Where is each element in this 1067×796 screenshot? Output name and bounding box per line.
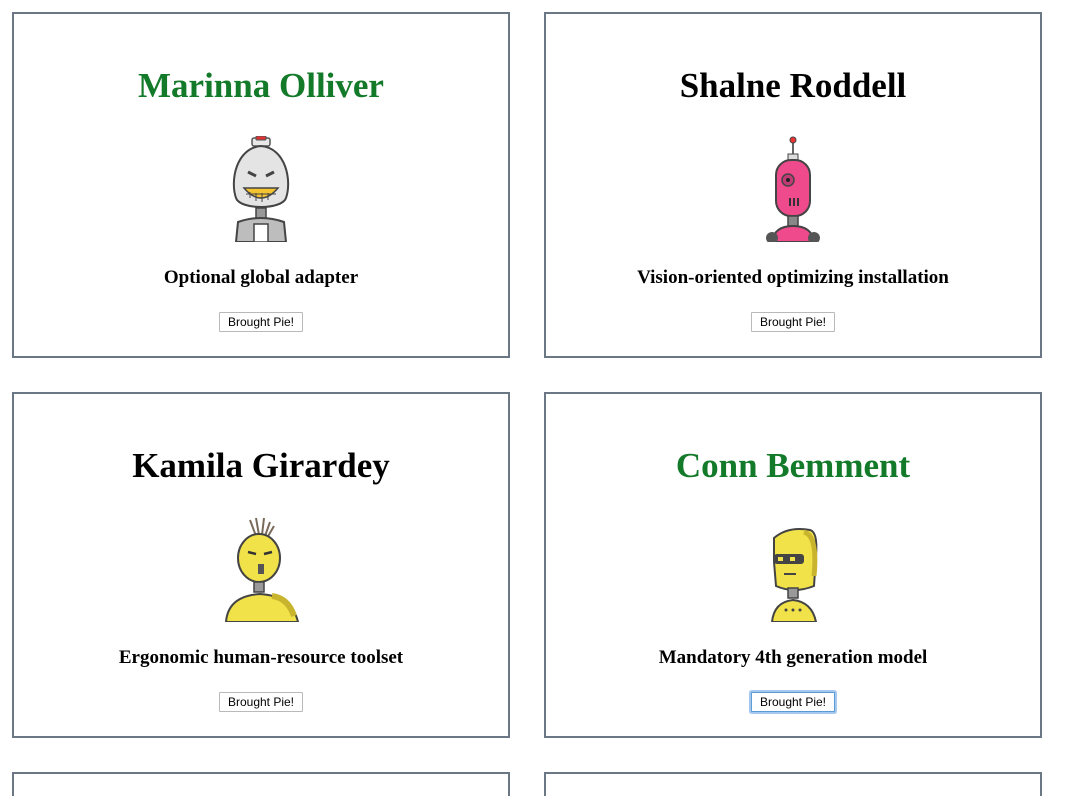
robot-card: Shalne Roddell Vision-oriented optimizin… — [544, 12, 1042, 358]
pink-robot-icon — [738, 136, 848, 242]
card-name: Shalne Roddell — [679, 66, 907, 105]
robot-card: Conn Bemment Mandatory 4th generation mo… — [544, 392, 1042, 738]
brought-pie-button[interactable]: Brought Pie! — [218, 692, 304, 712]
card-tagline: Vision-oriented optimizing installation — [637, 267, 949, 288]
card-tagline: Mandatory 4th generation model — [658, 647, 928, 668]
card-name: Kamila Girardey — [132, 446, 390, 485]
brought-pie-button[interactable]: Brought Pie! — [218, 312, 304, 332]
brought-pie-button[interactable]: Brought Pie! — [750, 692, 836, 712]
card-tagline: Optional global adapter — [163, 267, 359, 288]
robot-card-grid: Marinna Olliver Optional global adapter … — [0, 0, 1067, 796]
card-name: Conn Bemment — [675, 446, 911, 485]
brought-pie-button[interactable]: Brought Pie! — [750, 312, 836, 332]
yellow-robot-icon — [206, 516, 316, 622]
card-name: Marinna Olliver — [138, 66, 384, 105]
robot-card — [544, 772, 1042, 796]
robot-card — [12, 772, 510, 796]
white-robot-icon — [206, 136, 316, 242]
card-tagline: Ergonomic human-resource toolset — [118, 647, 404, 668]
robot-card: Marinna Olliver Optional global adapter … — [12, 12, 510, 358]
robot-card: Kamila Girardey Ergonomic human-resource… — [12, 392, 510, 738]
yellow-visor-robot-icon — [738, 516, 848, 622]
